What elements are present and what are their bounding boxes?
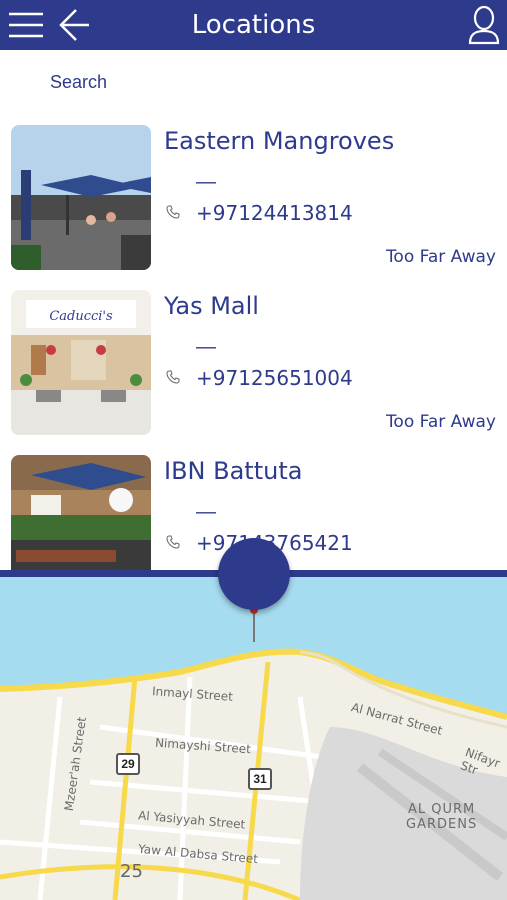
search-input[interactable]: Search <box>50 72 107 93</box>
location-photo <box>11 125 151 270</box>
zone-label: 25 <box>120 861 143 882</box>
phone-icon <box>166 205 180 219</box>
location-list: Eastern Mangroves — +97124413814 Too Far… <box>0 115 507 570</box>
page-title: Locations <box>191 10 316 40</box>
area-label: AL QURM <box>408 802 476 817</box>
location-photo <box>11 455 151 570</box>
map-pin-icon[interactable] <box>218 538 290 610</box>
location-name: Eastern Mangroves <box>164 127 395 155</box>
area-label: GARDENS <box>406 817 478 832</box>
svg-text:Caducci's: Caducci's <box>49 309 113 324</box>
location-item[interactable]: Eastern Mangroves — +97124413814 Too Far… <box>0 115 507 270</box>
location-address: — <box>196 171 216 193</box>
road-shield: 29 <box>116 753 140 775</box>
location-address: — <box>196 501 216 523</box>
location-phone[interactable]: +97124413814 <box>196 201 353 225</box>
location-name: Yas Mall <box>164 292 259 320</box>
phone-icon <box>166 535 180 549</box>
phone-icon <box>166 370 180 384</box>
location-address: — <box>196 336 216 358</box>
distance-status: Too Far Away <box>385 247 496 267</box>
user-profile-icon[interactable] <box>464 0 504 50</box>
location-item[interactable]: Caducci's Yas Mall — +97125651004 Too Fa… <box>0 280 507 435</box>
top-bar: Locations <box>0 0 507 50</box>
location-name: IBN Battuta <box>164 457 303 485</box>
location-phone[interactable]: +97125651004 <box>196 366 353 390</box>
distance-status: Too Far Away <box>385 412 496 432</box>
location-photo: Caducci's <box>11 290 151 435</box>
road-shield: 31 <box>248 768 272 790</box>
